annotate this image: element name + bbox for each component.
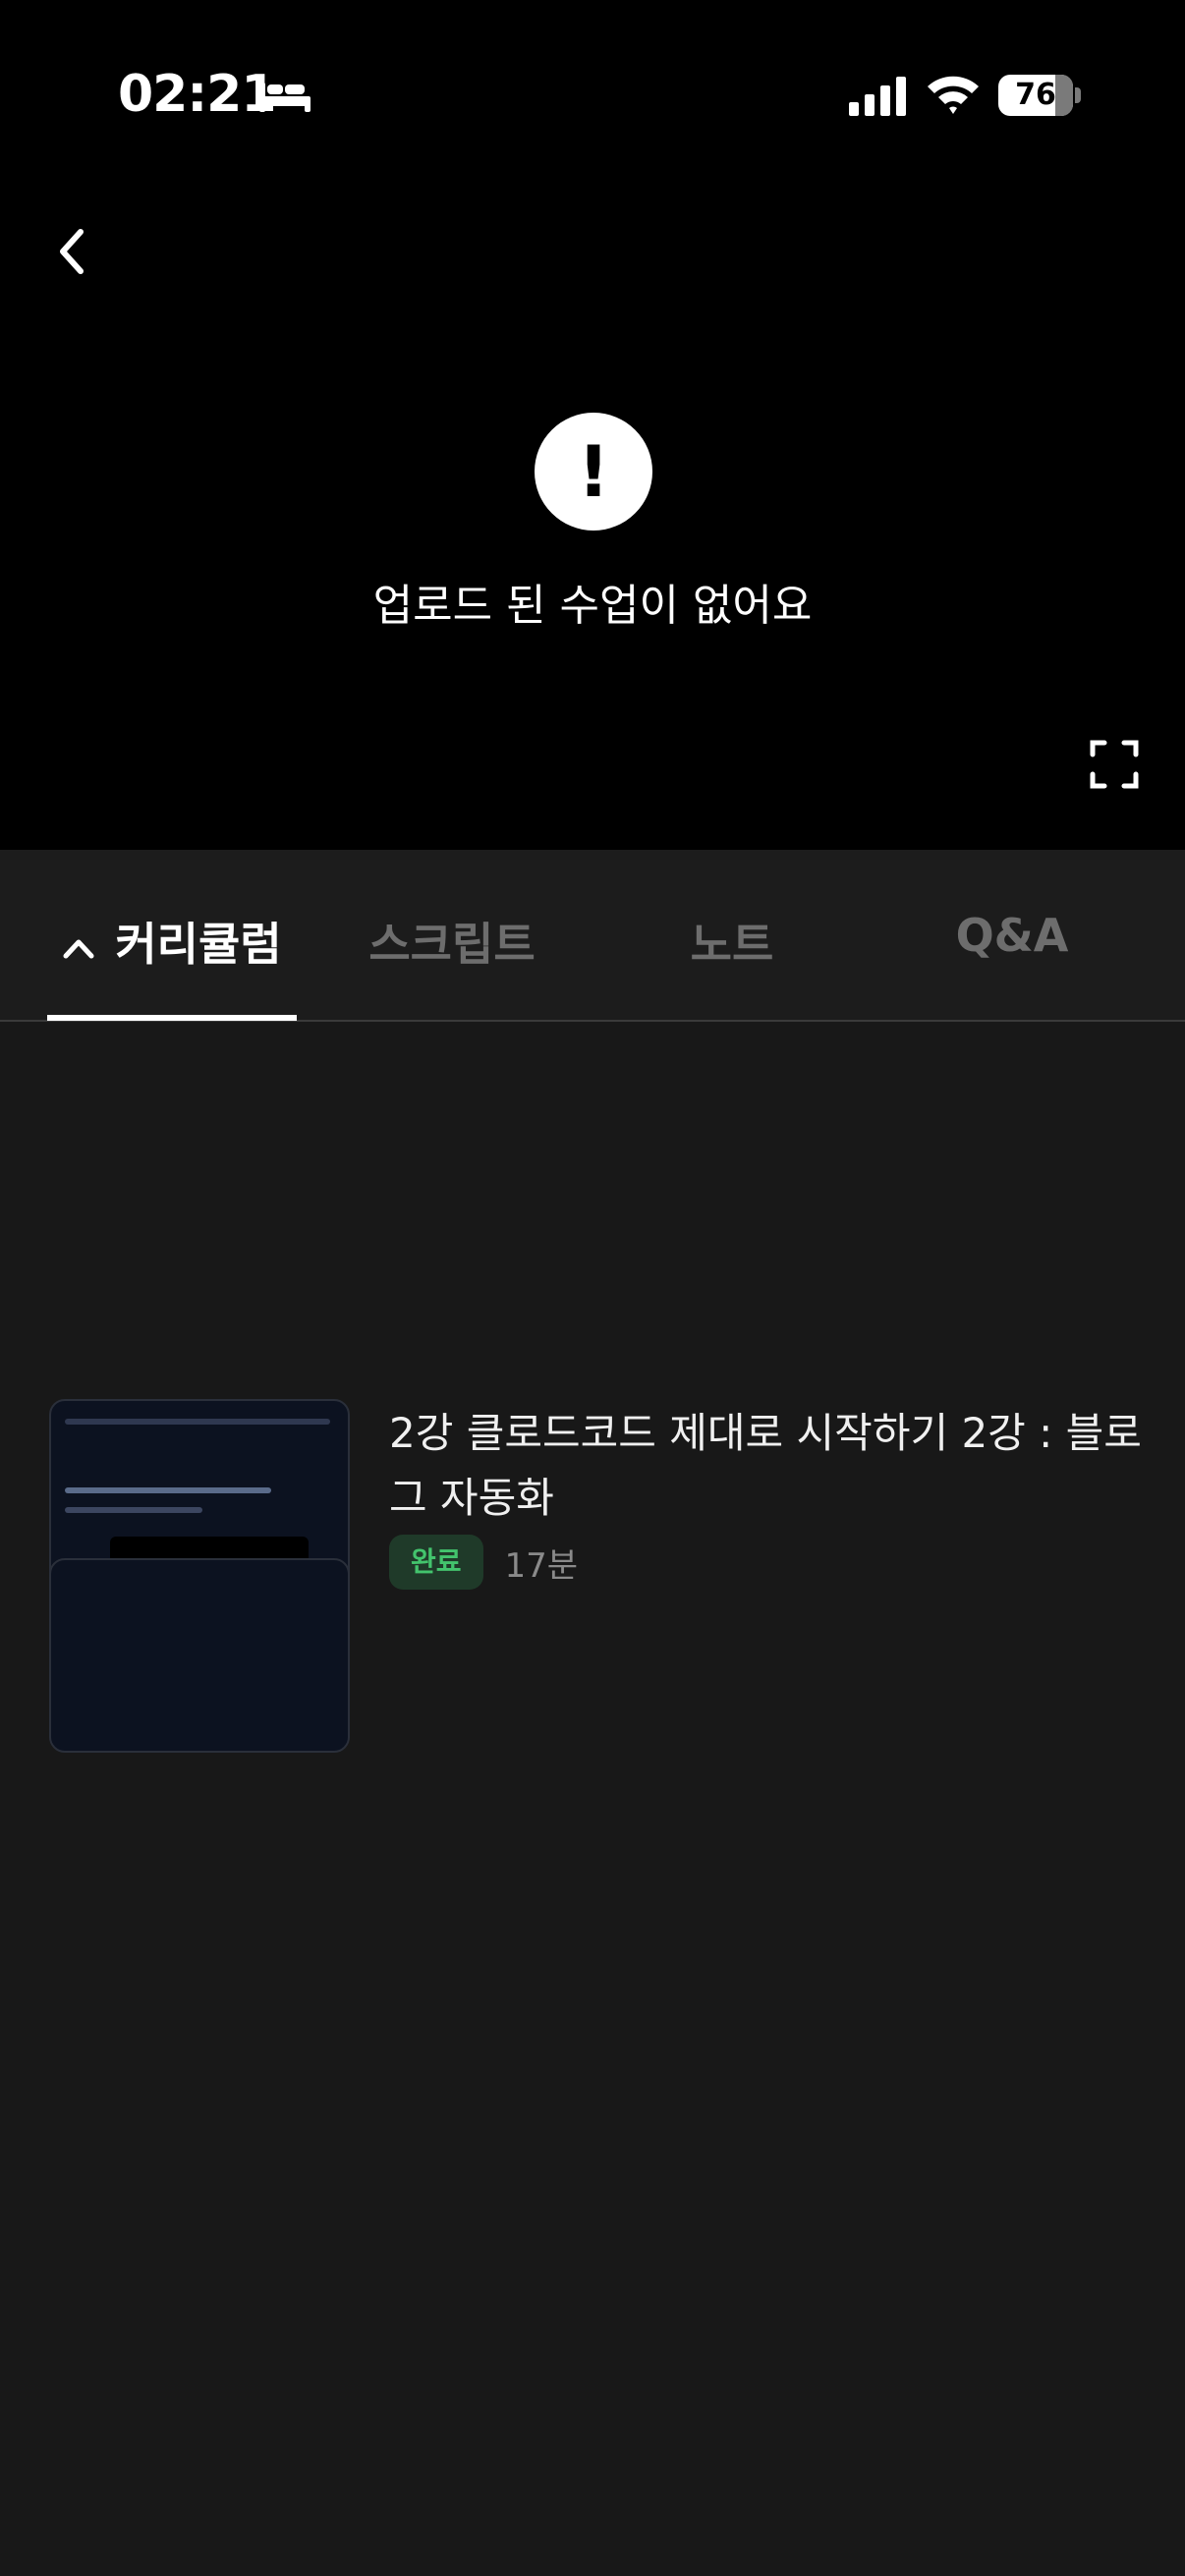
battery-indicator: 76 bbox=[998, 75, 1081, 116]
lesson-item[interactable]: 2강 클로드코드 제대로 시작하기 2강 : 블로그 자동화 완료 17분 bbox=[0, 1283, 1185, 1594]
empty-lesson-message: 업로드 된 수업이 없어요 bbox=[372, 581, 813, 631]
cellular-signal-icon bbox=[849, 77, 906, 116]
lesson-thumbnail bbox=[49, 1558, 350, 1753]
tab-curriculum-label: 커리큘럼 bbox=[115, 918, 282, 971]
video-player: 02:21 76 ! 업로드 된 수업이 없어요 bbox=[0, 0, 1185, 850]
active-tab-indicator bbox=[47, 1015, 297, 1021]
status-time: 02:21 bbox=[118, 65, 277, 124]
curriculum-list: 2강 클로드코드 제대로 시작하기 2강 : 블로그 자동화 완료 17분 bbox=[0, 1185, 1185, 2576]
lesson-item[interactable] bbox=[0, 1558, 1185, 1833]
tab-qa[interactable]: Q&A bbox=[914, 909, 1110, 1007]
sleep-mode-icon bbox=[259, 83, 310, 112]
tab-script[interactable]: 스크립트 bbox=[354, 909, 550, 1007]
back-button[interactable] bbox=[47, 222, 96, 281]
tab-bar: 커리큘럼 스크립트 노트 Q&A bbox=[0, 850, 1185, 1022]
fullscreen-button[interactable] bbox=[1089, 739, 1140, 790]
wifi-icon bbox=[928, 76, 979, 114]
tab-curriculum[interactable]: 커리큘럼 bbox=[47, 909, 297, 1007]
tab-note[interactable]: 노트 bbox=[634, 909, 830, 1007]
lesson-title: 2강 클로드코드 제대로 시작하기 2강 : 블로그 자동화 bbox=[389, 1409, 1142, 1522]
battery-level: 76 bbox=[1015, 78, 1056, 112]
chevron-up-icon bbox=[63, 939, 94, 958]
alert-icon: ! bbox=[535, 413, 652, 531]
